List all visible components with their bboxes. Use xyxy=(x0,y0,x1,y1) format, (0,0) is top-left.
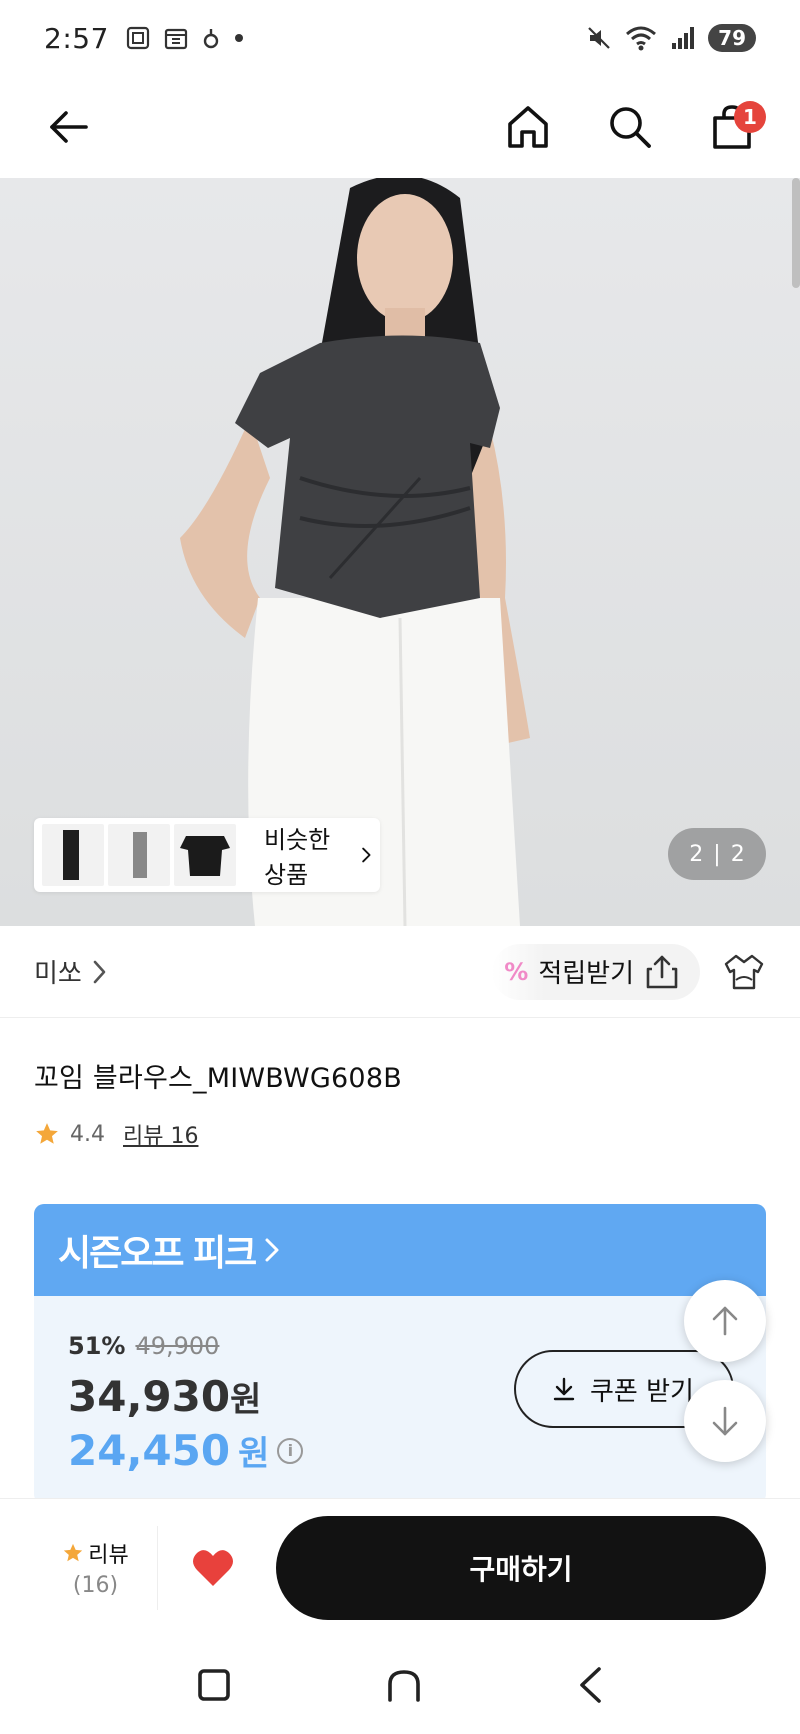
sale-price-value: 34,930 xyxy=(68,1372,231,1421)
sale-price: 34,930원 xyxy=(68,1372,261,1421)
status-icons-left xyxy=(125,25,245,51)
similar-products-button[interactable]: 비슷한 상품 xyxy=(34,818,380,892)
nav-actions: 1 xyxy=(500,99,766,155)
promo-title: 시즌오프 피크 xyxy=(58,1233,257,1274)
promo-header-link[interactable]: 시즌오프 피크 xyxy=(34,1204,766,1296)
review-summary-button[interactable]: 리뷰 (16) xyxy=(34,1525,158,1610)
rating-row: 4.4 리뷰 16 xyxy=(34,1118,198,1150)
coupon-price: 24,450 원 i xyxy=(68,1426,304,1475)
coupon-price-value: 24,450 xyxy=(68,1426,231,1475)
arrow-up-icon xyxy=(712,1306,738,1336)
like-button[interactable] xyxy=(158,1548,268,1588)
image-counter: 2 | 2 xyxy=(668,828,766,880)
reward-button[interactable]: 적립받기 xyxy=(538,953,634,990)
app-notification-icon xyxy=(203,29,219,49)
reward-share-pill: % 적립받기 xyxy=(492,943,700,1000)
cart-count-badge: 1 xyxy=(734,101,766,133)
cart-button[interactable]: 1 xyxy=(704,99,766,155)
download-icon xyxy=(553,1377,575,1401)
review-count-link[interactable]: 리뷰 16 xyxy=(123,1118,198,1150)
coupon-button-label: 쿠폰 받기 xyxy=(590,1376,694,1407)
star-icon xyxy=(64,1543,83,1562)
calendar-icon xyxy=(164,28,187,50)
recent-apps-icon[interactable] xyxy=(197,1668,231,1702)
similar-thumbnail xyxy=(108,824,170,886)
image-counter-total: 2 xyxy=(730,841,745,867)
review-count: (16) xyxy=(72,1573,119,1598)
share-icon[interactable] xyxy=(644,953,680,991)
mute-icon xyxy=(588,27,610,49)
scroll-up-button[interactable] xyxy=(684,1280,766,1362)
similar-thumbnail xyxy=(42,824,104,886)
status-bar: 2:57 79 xyxy=(0,0,800,76)
status-icons-right: 79 xyxy=(586,24,756,52)
image-counter-current: 2 xyxy=(689,841,704,867)
system-navigation-bar xyxy=(0,1636,800,1734)
similar-thumbnail xyxy=(174,824,236,886)
info-icon[interactable]: i xyxy=(277,1437,304,1464)
arrow-left-icon xyxy=(50,111,88,143)
system-back-icon[interactable] xyxy=(577,1666,603,1704)
product-photo xyxy=(180,178,530,926)
season-off-promo-card: 시즌오프 피크 51% 49,900 34,930원 24,450 원 i 쿠폰 … xyxy=(34,1204,766,1504)
battery-indicator: 79 xyxy=(708,24,756,52)
home-icon xyxy=(508,106,548,148)
currency-unit: 원 xyxy=(238,1434,270,1474)
back-button[interactable] xyxy=(40,99,96,155)
arrow-down-icon xyxy=(712,1406,738,1436)
top-navigation: 1 xyxy=(0,76,800,178)
similar-thumbnails xyxy=(42,824,236,886)
discount-row: 51% 49,900 xyxy=(68,1332,219,1360)
chevron-right-icon xyxy=(265,1238,279,1262)
search-icon xyxy=(610,107,651,148)
signal-icon xyxy=(672,27,695,49)
screenshot-icon xyxy=(126,26,149,50)
heart-icon xyxy=(193,1549,233,1586)
rating-score: 4.4 xyxy=(70,1121,105,1147)
image-counter-separator: | xyxy=(713,841,721,867)
brand-row: 미쏘 % 적립받기 xyxy=(0,926,800,1018)
brand-name-link[interactable]: 미쏘 xyxy=(34,953,82,990)
chevron-right-icon xyxy=(361,847,371,863)
review-top: 리뷰 xyxy=(62,1537,129,1569)
search-button[interactable] xyxy=(602,99,658,155)
currency-unit: 원 xyxy=(230,1380,262,1420)
review-label: 리뷰 xyxy=(88,1543,129,1568)
product-title: 꼬임 블라우스_MIWBWG608B xyxy=(34,1063,402,1094)
bottom-action-bar: 리뷰 (16) 구매하기 xyxy=(0,1498,800,1636)
scroll-down-button[interactable] xyxy=(684,1380,766,1462)
fitting-hanger-icon[interactable] xyxy=(722,952,766,992)
status-time: 2:57 xyxy=(44,21,109,55)
original-price: 49,900 xyxy=(135,1332,220,1360)
chevron-right-icon xyxy=(93,960,106,983)
home-gesture-icon[interactable] xyxy=(386,1668,422,1702)
star-icon xyxy=(36,1123,58,1144)
scroll-indicator[interactable] xyxy=(792,178,800,288)
reward-percent-icon: % xyxy=(504,957,529,986)
home-button[interactable] xyxy=(500,99,556,155)
product-image-carousel[interactable]: 비슷한 상품 2 | 2 xyxy=(0,178,800,926)
wifi-icon xyxy=(626,26,657,51)
discount-percent: 51% xyxy=(68,1332,126,1360)
similar-products-label: 비슷한 상품 xyxy=(264,826,331,889)
buy-button[interactable]: 구매하기 xyxy=(276,1515,766,1620)
dot-icon xyxy=(234,34,243,42)
price-section: 51% 49,900 34,930원 24,450 원 i 쿠폰 받기 xyxy=(34,1296,766,1504)
